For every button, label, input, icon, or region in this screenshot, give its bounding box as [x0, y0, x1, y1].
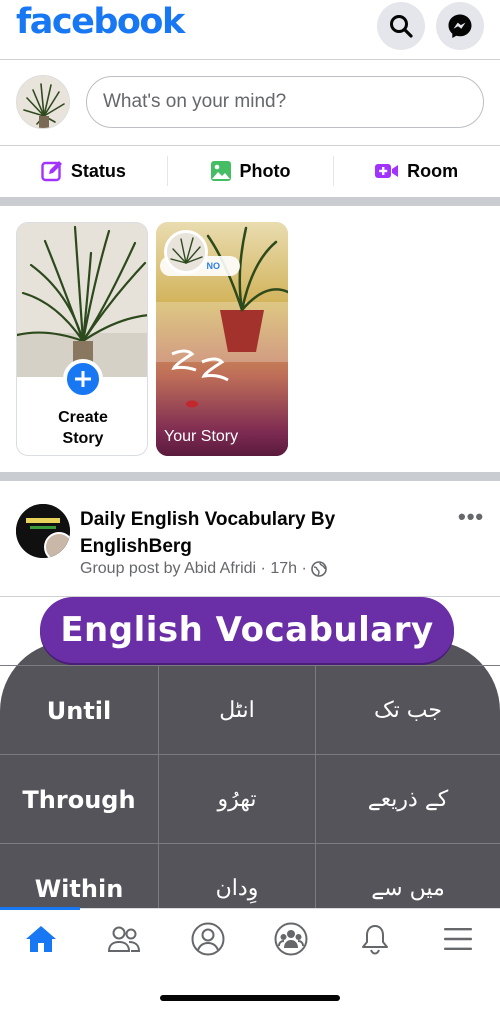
status-input[interactable]: What's on your mind?: [86, 76, 484, 128]
status-label: Status: [70, 160, 126, 181]
plant-photo: [17, 223, 147, 377]
urdu-meaning: میں سے: [315, 844, 500, 909]
user-avatar[interactable]: [16, 75, 70, 129]
post-image[interactable]: English Vocabulary Until انٹل جب تک Thro…: [0, 597, 500, 909]
author-avatar: [44, 532, 70, 558]
groups-icon: [274, 922, 308, 956]
search-icon: [390, 15, 413, 38]
post-meta-text: Group post by Abid Afridi · 17h ·: [80, 560, 307, 577]
composer-actions: Status Photo Room: [0, 146, 500, 196]
tab-friends[interactable]: [94, 919, 154, 959]
photo-label: Photo: [239, 160, 291, 181]
create-story-label-line2: Story: [62, 430, 104, 447]
table-row: Until انٹل جب تک: [0, 665, 500, 755]
urdu-meaning: جب تک: [315, 666, 500, 755]
messenger-icon: [448, 14, 472, 38]
english-word: Until: [46, 696, 112, 725]
bottom-tab-bar: [0, 907, 500, 1012]
vocab-banner: English Vocabulary: [40, 597, 454, 663]
edit-icon: [41, 161, 62, 182]
room-label: Room: [407, 160, 459, 181]
tab-profile[interactable]: [178, 919, 238, 959]
post-group-name[interactable]: Daily English Vocabulary By EnglishBerg: [80, 506, 420, 560]
your-story-label: Your Story: [164, 428, 239, 445]
create-story-photo: [17, 223, 147, 377]
pronunciation: انٹل: [158, 666, 315, 755]
home-icon: [26, 926, 56, 952]
add-story-button[interactable]: [63, 359, 103, 399]
messenger-button[interactable]: [436, 2, 484, 50]
globe-icon: [310, 561, 327, 577]
notifications-icon: [362, 925, 388, 955]
active-tab-indicator: [0, 907, 80, 910]
urdu-meaning: کے ذریعے: [315, 755, 500, 844]
photo-icon: [210, 161, 231, 181]
pronunciation: وِدان: [158, 844, 315, 909]
table-row: Within وِدان میں سے: [0, 843, 500, 909]
home-indicator: [160, 995, 340, 1001]
table-row: Through تھرُو کے ذریعے: [0, 754, 500, 844]
menu-icon: [444, 928, 472, 950]
facebook-logo[interactable]: facebook: [16, 2, 185, 42]
more-options-button[interactable]: •••: [458, 504, 484, 530]
english-word: Through: [22, 785, 136, 814]
top-bar: facebook: [0, 0, 500, 58]
status-button[interactable]: Status: [0, 146, 167, 196]
section-separator: [0, 197, 500, 206]
your-story-card[interactable]: NO Your Story: [156, 222, 288, 456]
plus-icon: [75, 371, 91, 387]
search-button[interactable]: [377, 2, 425, 50]
stories-tray: Create Story NO Your Story: [0, 206, 500, 472]
video-plus-icon: [375, 164, 399, 178]
composer: What's on your mind?: [0, 62, 500, 144]
photo-button[interactable]: Photo: [166, 146, 334, 196]
english-word: Within: [34, 874, 124, 903]
tab-notifications[interactable]: [345, 919, 405, 959]
group-avatar[interactable]: [16, 504, 70, 558]
your-story-avatar: [164, 230, 208, 274]
friends-icon: [107, 926, 141, 952]
profile-icon: [191, 922, 225, 956]
divider: [0, 59, 500, 60]
tab-menu[interactable]: [428, 919, 488, 959]
pronunciation: تھرُو: [158, 755, 315, 844]
room-button[interactable]: Room: [333, 146, 500, 196]
create-story-card[interactable]: Create Story: [16, 222, 148, 456]
create-story-label: Create Story: [17, 407, 147, 449]
create-story-label-line1: Create: [58, 409, 108, 426]
post-header: Daily English Vocabulary By EnglishBerg …: [0, 482, 500, 596]
post-meta: Group post by Abid Afridi · 17h ·: [80, 560, 327, 578]
tab-home[interactable]: [11, 919, 71, 959]
plant-photo: [17, 76, 69, 128]
tab-groups[interactable]: [261, 919, 321, 959]
section-separator: [0, 472, 500, 481]
